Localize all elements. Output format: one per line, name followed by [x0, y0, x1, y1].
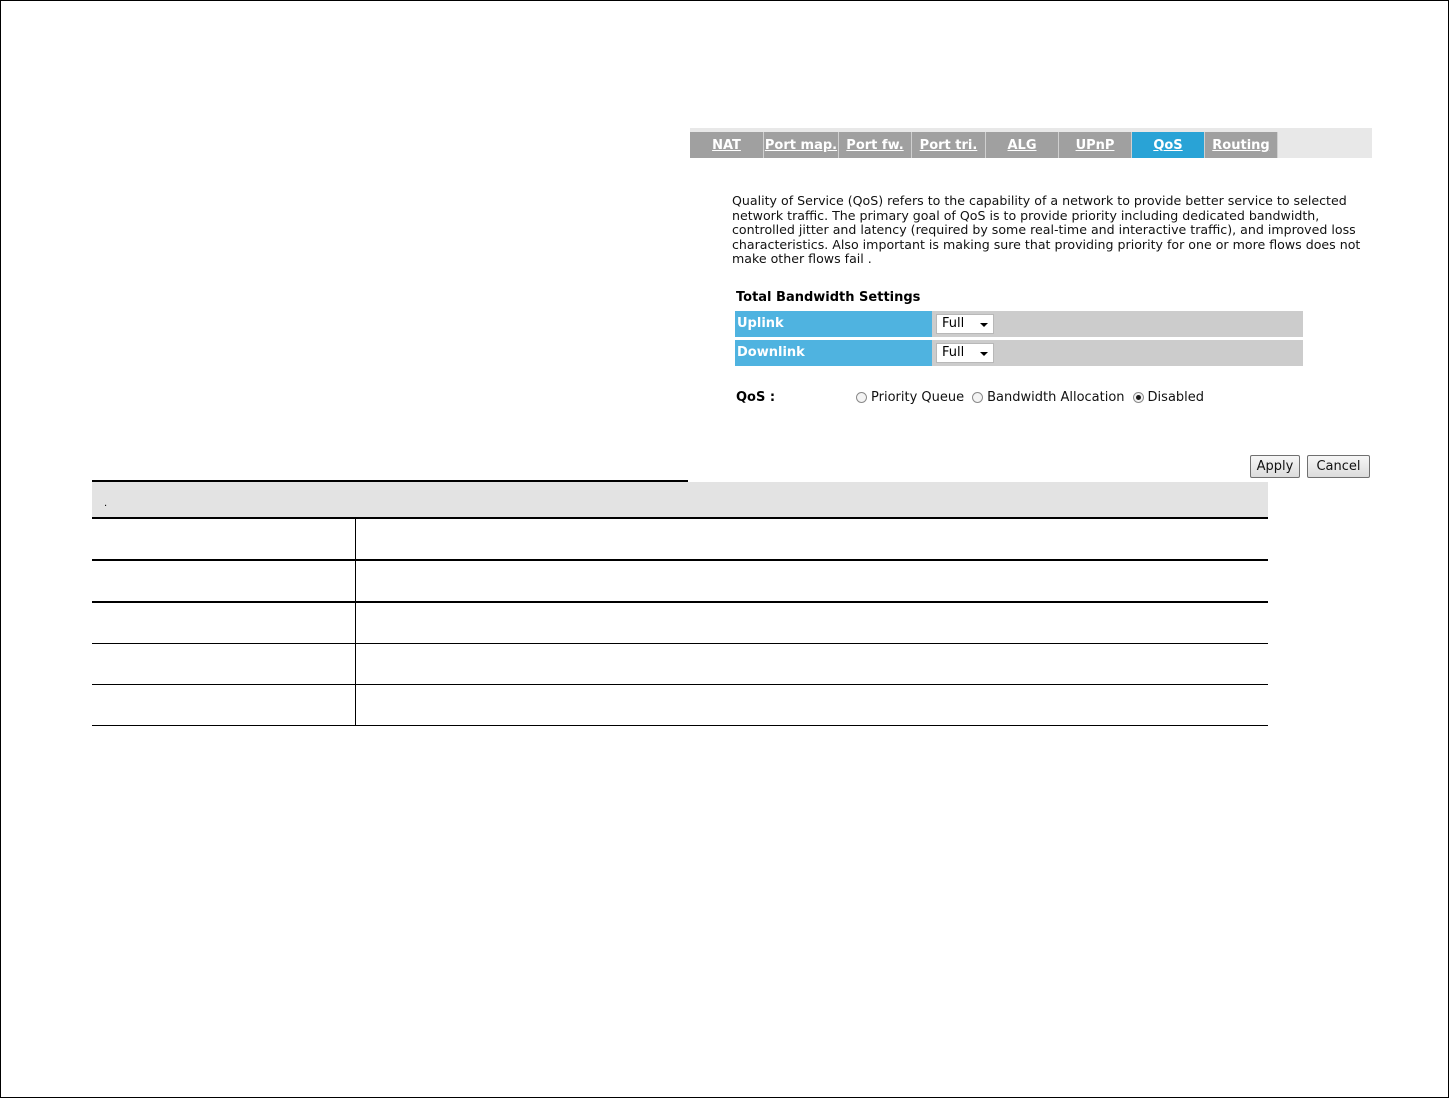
table-row	[92, 519, 1268, 561]
radio-disabled[interactable]: Disabled	[1132, 390, 1205, 405]
tab-qos[interactable]: QoS	[1132, 132, 1205, 158]
downlink-label: Downlink	[735, 340, 932, 366]
qos-description: Quality of Service (QoS) refers to the c…	[732, 193, 1361, 267]
tab-nat[interactable]: NAT	[690, 132, 764, 158]
radio-button[interactable]	[972, 392, 984, 403]
qos-mode-options: Priority Queue Bandwidth Allocation Disa…	[856, 390, 1212, 405]
table-cell	[92, 603, 356, 643]
tab-alg[interactable]: ALG	[986, 132, 1059, 158]
table-cell	[92, 685, 356, 725]
uplink-select[interactable]: Full	[936, 314, 994, 334]
tab-routing[interactable]: Routing	[1205, 132, 1278, 158]
table-row	[92, 561, 1268, 603]
table-row	[92, 603, 1268, 644]
apply-button[interactable]: Apply	[1250, 455, 1300, 478]
qos-mode-label: QoS :	[736, 390, 776, 405]
table-cell	[356, 685, 1268, 725]
table-cell	[92, 519, 356, 559]
table-cell	[356, 644, 1268, 684]
radio-bandwidth-allocation[interactable]: Bandwidth Allocation	[972, 390, 1125, 405]
uplink-label: Uplink	[735, 311, 932, 337]
uplink-select-value: Full	[942, 316, 965, 331]
uplink-row: Uplink Full	[735, 311, 1303, 337]
table-cell	[92, 561, 356, 601]
radio-label: Bandwidth Allocation	[987, 390, 1125, 405]
tab-port-tri[interactable]: Port tri.	[912, 132, 986, 158]
description-table: .	[92, 482, 1268, 726]
tab-port-map[interactable]: Port map.	[764, 132, 839, 158]
table-header-text: .	[104, 498, 108, 509]
table-cell	[356, 603, 1268, 643]
table-cell	[356, 561, 1268, 601]
radio-label: Priority Queue	[871, 390, 965, 405]
tab-bar: NAT Port map. Port fw. Port tri. ALG UPn…	[690, 128, 1372, 158]
chevron-down-icon	[980, 352, 988, 356]
radio-label: Disabled	[1147, 390, 1205, 405]
downlink-row: Downlink Full	[735, 340, 1303, 366]
tab-upnp[interactable]: UPnP	[1059, 132, 1132, 158]
radio-button[interactable]	[856, 392, 867, 403]
downlink-select[interactable]: Full	[936, 343, 994, 363]
table-header: .	[92, 482, 1268, 519]
tab-port-fw[interactable]: Port fw.	[839, 132, 912, 158]
chevron-down-icon	[980, 323, 988, 327]
radio-button[interactable]	[1132, 392, 1144, 403]
table-cell	[356, 519, 1268, 559]
cancel-button[interactable]: Cancel	[1307, 455, 1370, 478]
radio-priority-queue[interactable]: Priority Queue	[856, 390, 964, 405]
table-cell	[92, 644, 356, 684]
table-row	[92, 685, 1268, 726]
downlink-select-value: Full	[942, 345, 965, 360]
table-row	[92, 644, 1268, 685]
tab-strip: NAT Port map. Port fw. Port tri. ALG UPn…	[690, 132, 1278, 158]
bandwidth-settings-title: Total Bandwidth Settings	[736, 290, 921, 305]
